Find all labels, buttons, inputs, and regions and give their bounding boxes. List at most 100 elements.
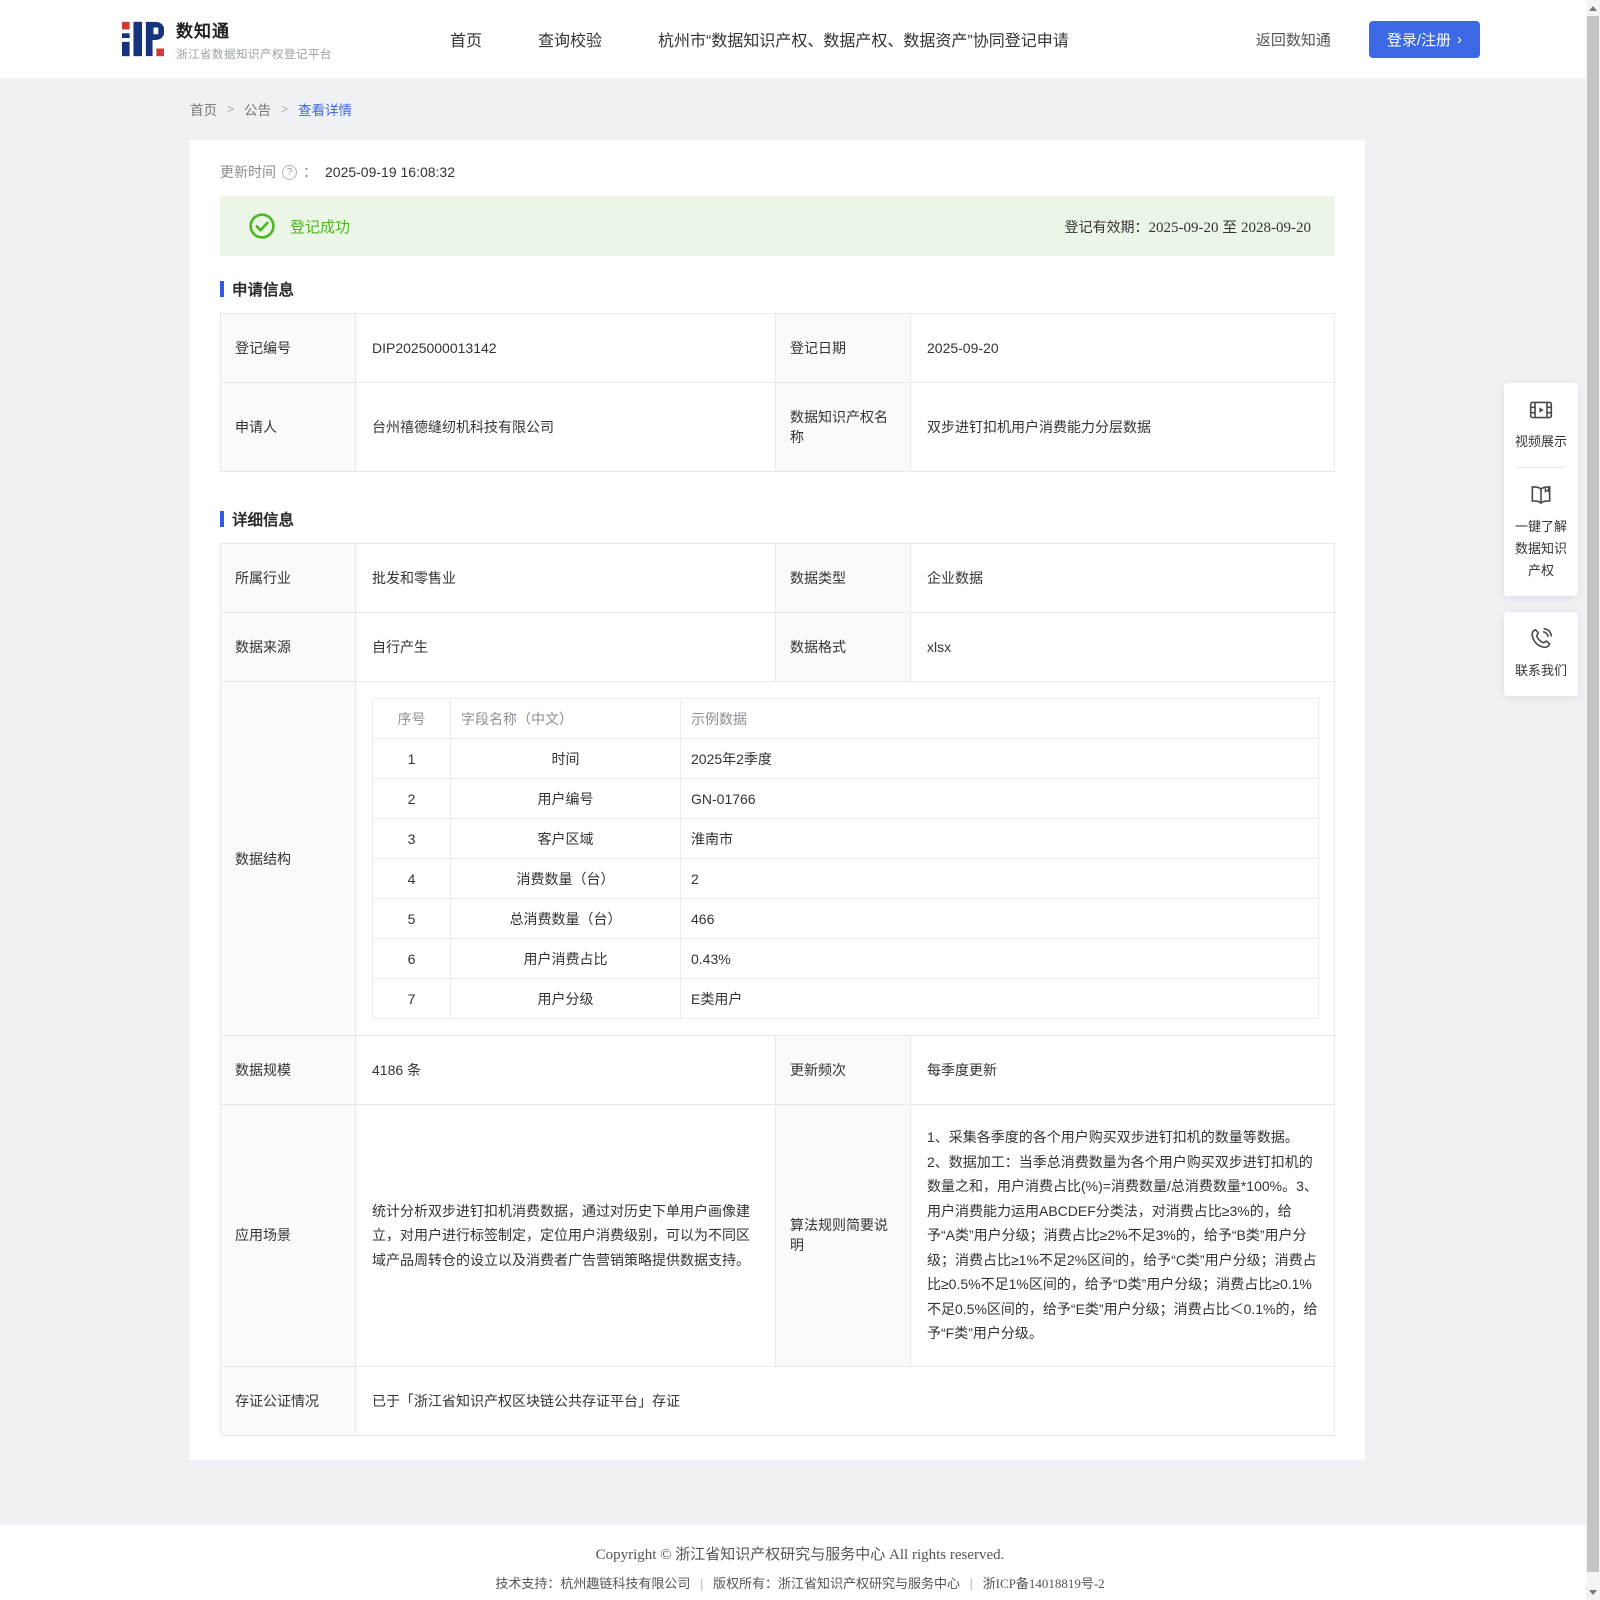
cell-index: 5 xyxy=(372,898,451,939)
contact-us-label: 联系我们 xyxy=(1514,663,1567,678)
brand[interactable]: 数知通 浙江省数据知识产权登记平台 xyxy=(122,17,332,62)
table-row: 所属行业 批发和零售业 数据类型 企业数据 xyxy=(220,543,1335,613)
help-question-icon[interactable]: ? xyxy=(282,164,297,180)
phone-icon xyxy=(1531,627,1553,649)
validity-value: 2025-09-20 至 2028-09-20 xyxy=(1148,219,1311,236)
table-row: 4 消费数量（台） 2 xyxy=(372,858,1319,899)
nav-item-home[interactable]: 首页 xyxy=(450,27,482,51)
cell-index: 1 xyxy=(372,738,451,779)
field-value: 2025-09-20 xyxy=(910,313,1335,383)
cell-field-name: 用户分级 xyxy=(450,978,681,1019)
page: 数知通 浙江省数据知识产权登记平台 首页 查询校验 杭州市“数据知识产权、数据产… xyxy=(0,0,1600,1600)
section-apply-info: 申请信息 xyxy=(220,278,1335,300)
cell-field-name: 消费数量（台） xyxy=(450,858,681,899)
contact-us-button[interactable]: 联系我们 xyxy=(1515,626,1567,682)
brand-subtitle: 浙江省数据知识产权登记平台 xyxy=(176,48,332,61)
success-check-icon xyxy=(249,213,275,239)
field-value: 每季度更新 xyxy=(910,1035,1335,1105)
field-label: 更新频次 xyxy=(775,1035,911,1105)
shuzhitong-logo-icon xyxy=(122,21,164,57)
table-row: 应用场景 统计分析双步进钉扣机消费数据，通过对历史下单用户画像建立，对用户进行标… xyxy=(220,1104,1335,1367)
vertical-scrollbar[interactable] xyxy=(1586,0,1600,1600)
book-icon xyxy=(1531,486,1551,505)
field-value: 自行产生 xyxy=(355,612,776,682)
section-bar-icon xyxy=(220,511,224,527)
field-label: 存证公证情况 xyxy=(220,1365,356,1436)
field-value-algorithm-rules: 1、采集各季度的各个用户购买双步进钉扣机的数量等数据。2、数据加工：当季总消费数… xyxy=(910,1104,1335,1367)
field-label: 数据规模 xyxy=(220,1035,356,1105)
breadcrumb-separator: > xyxy=(227,102,235,116)
field-label: 算法规则简要说明 xyxy=(775,1104,911,1367)
apply-info-table: 登记编号 DIP2025000013142 登记日期 2025-09-20 申请… xyxy=(220,313,1335,472)
table-row: 3 客户区域 淮南市 xyxy=(372,818,1319,859)
copyright-text: Copyright © 浙江省知识产权研究与服务中心 All rights re… xyxy=(595,1547,1005,1563)
cell-sample: GN-01766 xyxy=(680,778,1319,819)
field-label: 所属行业 xyxy=(220,543,356,613)
field-value: 台州禧德缝纫机科技有限公司 xyxy=(355,382,776,472)
cell-index: 6 xyxy=(372,938,451,979)
validity-label: 登记有效期： xyxy=(1064,218,1149,235)
login-register-label: 登录/注册 xyxy=(1386,31,1451,49)
video-icon xyxy=(1529,401,1553,419)
table-row: 5 总消费数量（台） 466 xyxy=(372,898,1319,939)
main-nav: 首页 查询校验 杭州市“数据知识产权、数据产权、数据资产”协同登记申请 xyxy=(450,27,1069,51)
login-register-button[interactable]: 登录/注册 › xyxy=(1368,20,1480,58)
rights-owner-text: 版权所有：浙江省知识产权研究与服务中心 xyxy=(712,1576,960,1591)
nav-item-hangzhou-joint-registration[interactable]: 杭州市“数据知识产权、数据产权、数据资产”协同登记申请 xyxy=(658,27,1069,51)
cell-field-name: 时间 xyxy=(450,738,681,779)
floating-card-top: 视频展示 一键了解数据知识产权 xyxy=(1504,383,1578,596)
field-value: xlsx xyxy=(910,612,1335,682)
cell-sample: 466 xyxy=(680,898,1319,939)
field-label: 应用场景 xyxy=(220,1104,356,1367)
cell-field-name: 用户编号 xyxy=(450,778,681,819)
nav-item-query-verify[interactable]: 查询校验 xyxy=(538,27,602,51)
video-demo-button[interactable]: 视频展示 xyxy=(1515,397,1567,453)
breadcrumb-announcement[interactable]: 公告 xyxy=(244,99,271,119)
back-to-shuzhitong-link[interactable]: 返回数知通 xyxy=(1256,29,1331,50)
field-value-application-scenario: 统计分析双步进钉扣机消费数据，通过对历史下单用户画像建立，对用户进行标签制定，定… xyxy=(355,1104,776,1367)
cell-index: 7 xyxy=(372,978,451,1019)
scroll-down-arrow-icon[interactable] xyxy=(1586,1584,1600,1600)
brand-title: 数知通 xyxy=(176,21,230,41)
cell-index: 3 xyxy=(372,818,451,859)
footer: Copyright © 浙江省知识产权研究与服务中心 All rights re… xyxy=(0,1525,1600,1600)
detail-info-table: 所属行业 批发和零售业 数据类型 企业数据 数据来源 自行产生 数据格式 xls… xyxy=(220,543,1335,1436)
video-demo-label: 视频展示 xyxy=(1514,434,1567,449)
detail-card: 更新时间 ? ： 2025-09-19 16:08:32 登记成功 登记有效期：… xyxy=(190,140,1365,1460)
field-label: 数据类型 xyxy=(775,543,911,613)
section-title: 申请信息 xyxy=(232,282,295,299)
breadcrumb-current: 查看详情 xyxy=(298,103,353,118)
column-header: 序号 xyxy=(372,698,451,739)
scroll-up-arrow-icon[interactable] xyxy=(1586,0,1600,16)
cell-field-name: 总消费数量（台） xyxy=(450,898,681,939)
table-row: 登记编号 DIP2025000013142 登记日期 2025-09-20 xyxy=(220,313,1335,383)
field-value: DIP2025000013142 xyxy=(355,313,776,383)
learn-data-ip-label: 一键了解数据知识产权 xyxy=(1514,519,1567,578)
learn-data-ip-button[interactable]: 一键了解数据知识产权 xyxy=(1510,482,1572,582)
icp-license-link[interactable]: 浙ICP备14018819号-2 xyxy=(983,1576,1105,1591)
cell-field-name: 用户消费占比 xyxy=(450,938,681,979)
footer-separator: | xyxy=(699,1576,704,1591)
cell-index: 4 xyxy=(372,858,451,899)
table-row: 存证公证情况 已于「浙江省知识产权区块链公共存证平台」存证 xyxy=(220,1365,1335,1436)
scrollbar-thumb[interactable] xyxy=(1587,16,1599,1572)
field-label: 登记编号 xyxy=(220,313,356,383)
field-label: 数据来源 xyxy=(220,612,356,682)
data-structure-cell: 序号 字段名称（中文） 示例数据 1 时间 2025年2季度 2 用户编号 GN… xyxy=(355,681,1335,1036)
status-banner: 登记成功 登记有效期：2025-09-20 至 2028-09-20 xyxy=(220,196,1335,256)
field-value: 企业数据 xyxy=(910,543,1335,613)
cell-sample: E类用户 xyxy=(680,978,1319,1019)
column-header: 字段名称（中文） xyxy=(450,698,681,739)
table-row: 申请人 台州禧德缝纫机科技有限公司 数据知识产权名称 双步进钉扣机用户消费能力分… xyxy=(220,382,1335,472)
table-row-data-structure: 数据结构 序号 字段名称（中文） 示例数据 1 时间 2025年2季度 2 用户… xyxy=(220,681,1335,1036)
cell-sample: 淮南市 xyxy=(680,818,1319,859)
table-row: 6 用户消费占比 0.43% xyxy=(372,938,1319,979)
table-row: 数据规模 4186 条 更新频次 每季度更新 xyxy=(220,1035,1335,1105)
cell-field-name: 客户区域 xyxy=(450,818,681,859)
cell-sample: 2 xyxy=(680,858,1319,899)
field-label: 登记日期 xyxy=(775,313,911,383)
table-header-row: 序号 字段名称（中文） 示例数据 xyxy=(372,698,1319,739)
breadcrumb-home[interactable]: 首页 xyxy=(190,99,217,119)
divider xyxy=(1517,467,1565,468)
status-badge: 登记成功 xyxy=(290,218,351,236)
